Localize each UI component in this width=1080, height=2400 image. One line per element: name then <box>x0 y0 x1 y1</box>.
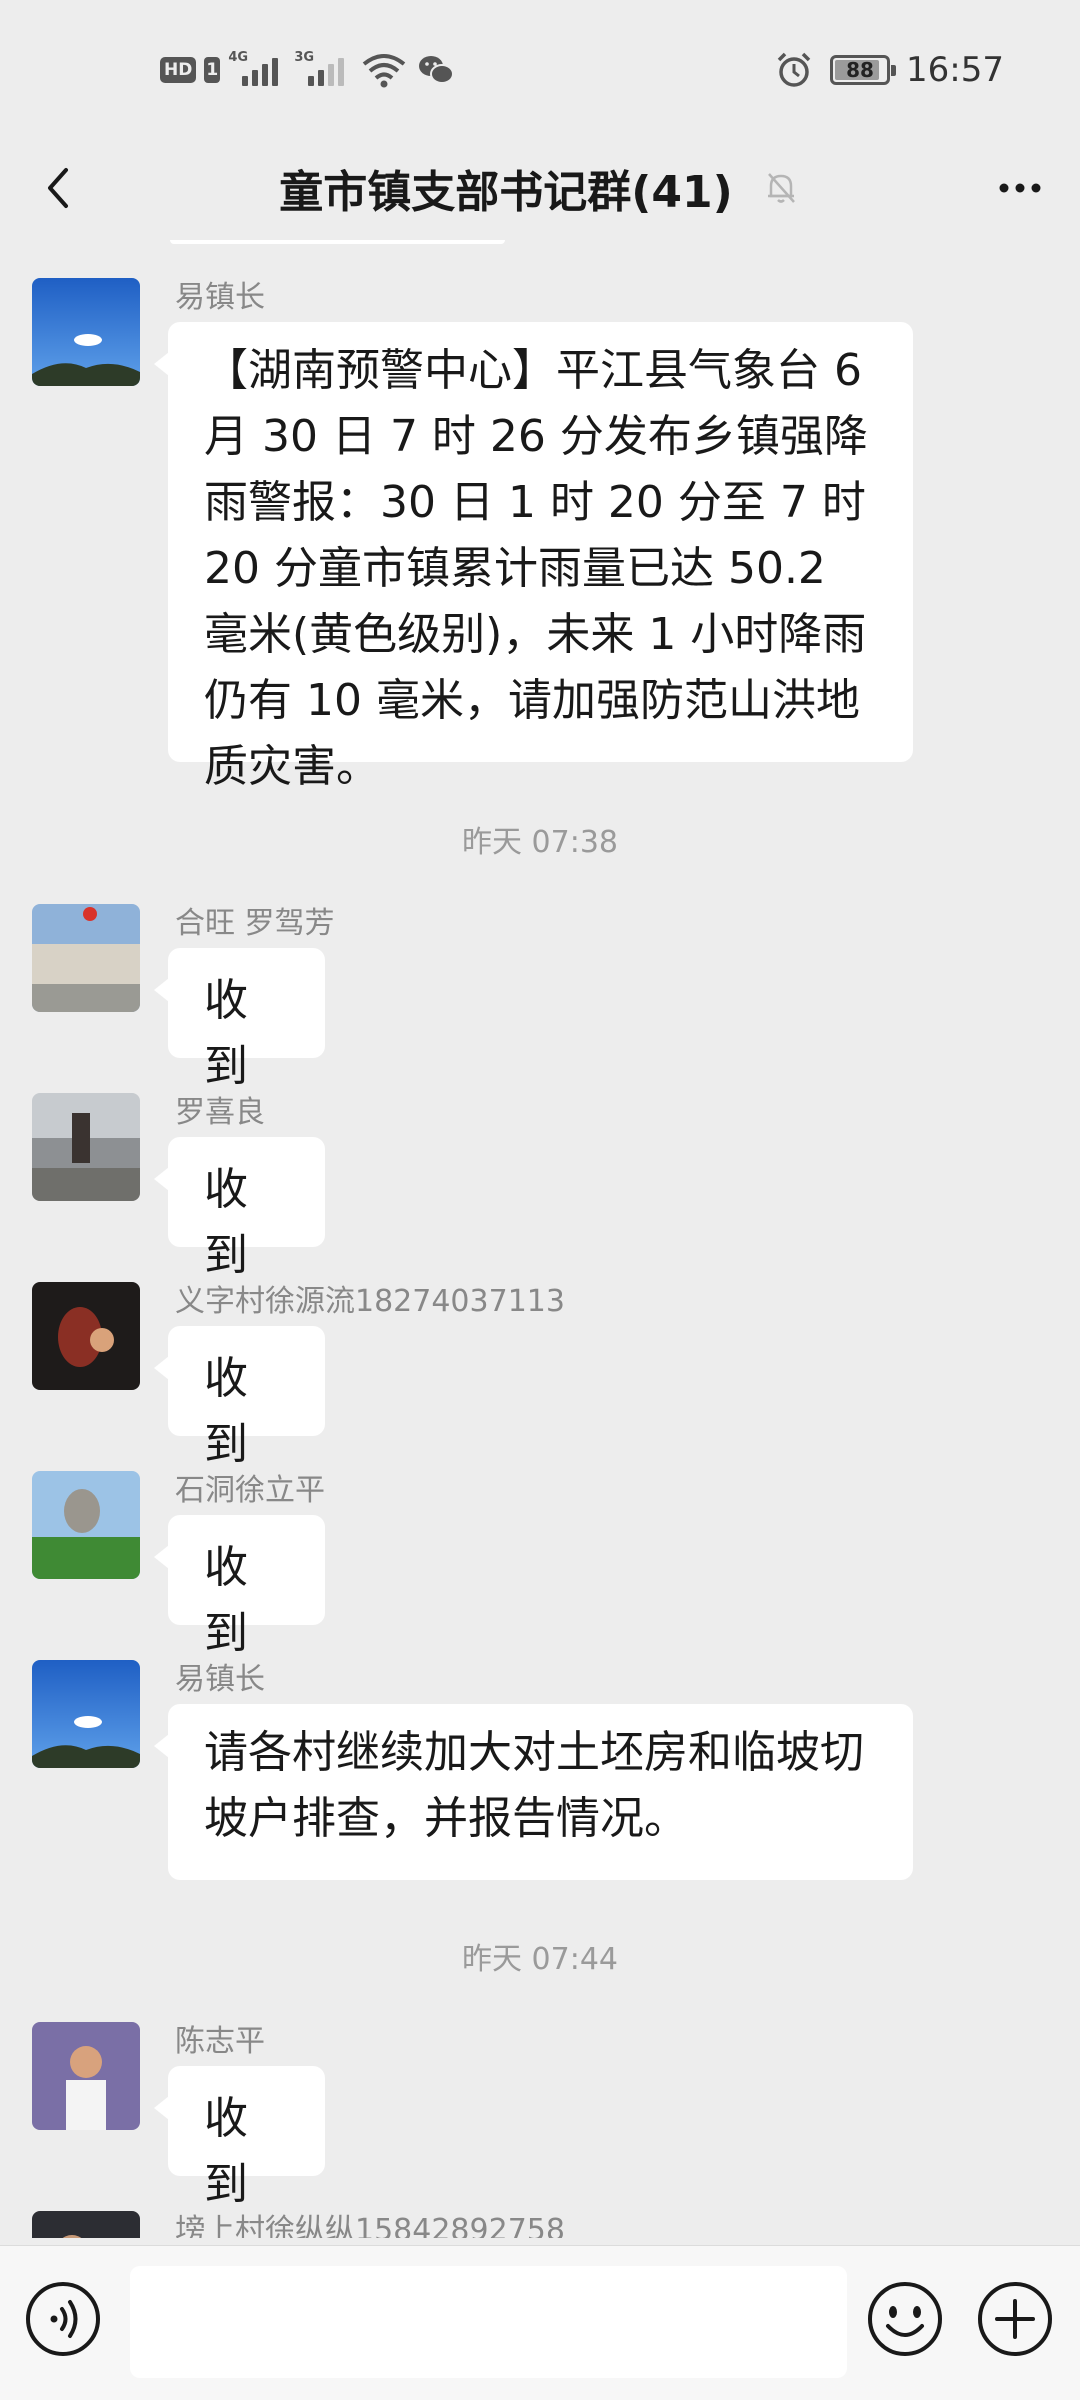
signal-3g-icon: 3G <box>294 50 352 90</box>
status-left: HD 1 4G 3G <box>160 48 456 92</box>
avatar[interactable] <box>32 1660 140 1768</box>
voice-icon[interactable] <box>22 2278 104 2360</box>
avatar[interactable] <box>32 2022 140 2130</box>
battery-icon: 88 <box>830 55 897 85</box>
sender-name: 合旺 罗驾芳 <box>175 906 335 941</box>
status-bar: HD 1 4G 3G 88 16:57 <box>0 0 1080 136</box>
message-input[interactable] <box>130 2266 847 2378</box>
previous-bubble-edge <box>170 240 505 244</box>
signal-4g-icon: 4G <box>228 50 286 90</box>
status-right: 88 16:57 <box>774 48 1004 92</box>
hd-badge: HD <box>160 57 197 83</box>
avatar[interactable] <box>32 2211 140 2238</box>
sender-name: 石洞徐立平 <box>175 1473 325 1508</box>
more-icon[interactable] <box>990 158 1050 218</box>
alarm-icon <box>777 52 811 87</box>
chat-area[interactable]: 易镇长 【湖南预警中心】平江县气象台 6 月 30 日 7 时 26 分发布乡镇… <box>0 240 1080 2238</box>
sim1-badge: 1 <box>204 57 221 83</box>
avatar[interactable] <box>32 904 140 1012</box>
sender-name: 罗喜良 <box>175 1095 265 1130</box>
time-separator: 昨天 07:44 <box>462 1942 618 1977</box>
sender-name: 易镇长 <box>175 280 265 315</box>
sender-name: 塝上村徐纵纵15842892758 <box>175 2213 565 2238</box>
avatar[interactable] <box>32 278 140 386</box>
message-bubble[interactable]: 收到 <box>154 1515 325 1659</box>
battery-level: 88 <box>846 58 874 82</box>
emoji-icon[interactable] <box>864 2278 946 2360</box>
avatar[interactable] <box>32 1093 140 1201</box>
avatar[interactable] <box>32 1471 140 1579</box>
wechat-icon <box>419 56 455 84</box>
status-time: 16:57 <box>906 50 1004 90</box>
message-bubble[interactable]: 收到 <box>154 948 325 1092</box>
chat-title[interactable]: 童市镇支部书记群(41) <box>279 156 732 220</box>
message-bubble[interactable]: 收到 <box>154 2066 325 2210</box>
message-bubble[interactable]: 【湖南预警中心】平江县气象台 6 月 30 日 7 时 26 分发布乡镇强降雨警… <box>154 322 913 792</box>
plus-icon[interactable] <box>974 2278 1056 2360</box>
wifi-icon <box>363 54 406 88</box>
sender-name: 陈志平 <box>175 2024 265 2059</box>
nav-bar: 童市镇支部书记群(41) <box>0 136 1080 240</box>
avatar[interactable] <box>32 1282 140 1390</box>
input-bar <box>0 2245 1080 2400</box>
message-bubble[interactable]: 收到 <box>154 1326 325 1470</box>
message-bubble[interactable]: 请各村继续加大对土坯房和临坡切坡户排查，并报告情况。 <box>154 1704 913 1880</box>
sender-name: 易镇长 <box>175 1662 265 1697</box>
time-separator: 昨天 07:38 <box>462 825 618 860</box>
sender-name: 义字村徐源流18274037113 <box>175 1284 565 1319</box>
message-bubble[interactable]: 收到 <box>154 1137 325 1281</box>
mute-bell-icon <box>767 173 795 203</box>
